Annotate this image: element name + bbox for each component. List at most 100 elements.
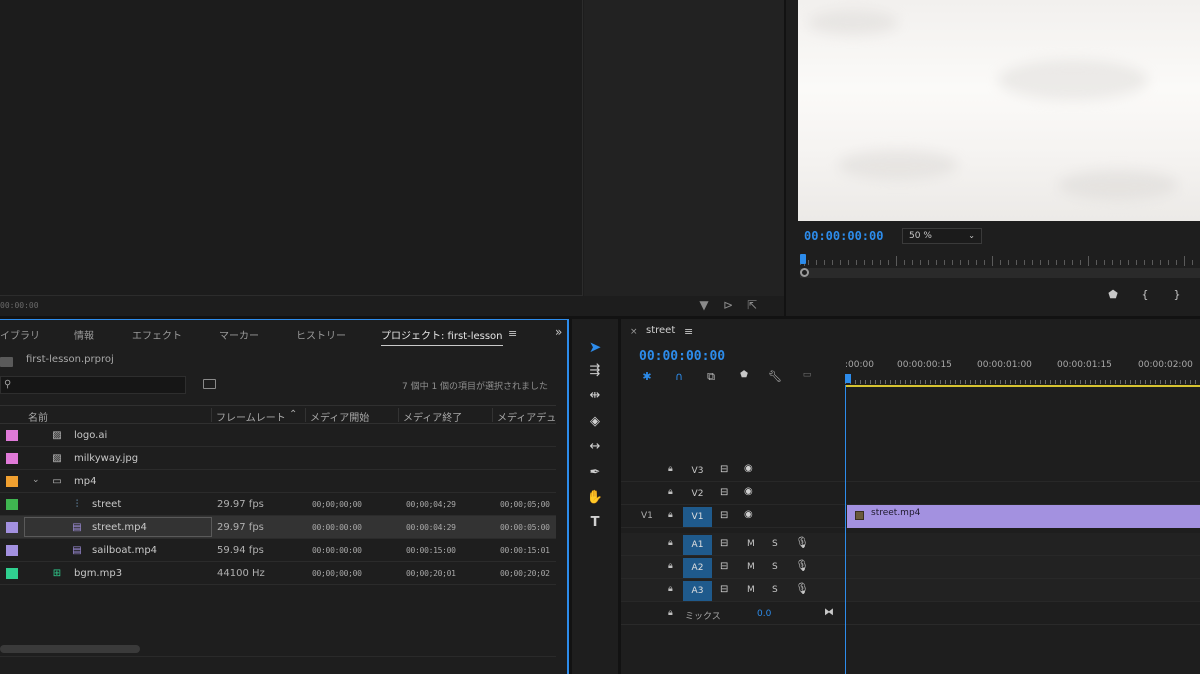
track-label[interactable]: V1 xyxy=(683,507,712,527)
lock-icon[interactable]: 🔒︎ xyxy=(668,538,673,548)
lock-icon[interactable]: 🔒︎ xyxy=(668,608,673,618)
label-color-swatch[interactable] xyxy=(6,476,18,487)
filter-icon[interactable]: ▼ xyxy=(696,298,712,312)
sync-lock-icon[interactable]: ⊟ xyxy=(720,538,728,549)
new-search-bin-icon[interactable] xyxy=(203,379,216,389)
table-row[interactable]: ▤ street.mp4 29.97 fps 00:00:00:00 00:00:04:… xyxy=(0,516,556,539)
mute-button[interactable]: M xyxy=(747,585,755,595)
label-color-swatch[interactable] xyxy=(6,568,18,579)
razor-tool-icon[interactable]: ◈ xyxy=(584,412,606,432)
table-row[interactable]: ⊞ bgm.mp3 44100 Hz 00;00;00;00 00;00;20;01 00… xyxy=(0,562,556,585)
panel-menu-icon[interactable]: ≡ xyxy=(508,327,517,340)
lock-icon[interactable]: 🔒︎ xyxy=(668,510,673,520)
selection-tool-icon[interactable]: ➤ xyxy=(584,337,606,357)
sync-lock-icon[interactable]: ⊟ xyxy=(720,510,728,521)
lock-icon[interactable]: 🔒︎ xyxy=(668,487,673,497)
sync-lock-icon[interactable]: ⊟ xyxy=(720,584,728,595)
chevron-down-icon[interactable]: ⌄ xyxy=(32,475,40,485)
table-row[interactable]: ▤ sailboat.mp4 59.94 fps 00:00:00:00 00:00:1… xyxy=(0,539,556,562)
solo-button[interactable]: S xyxy=(772,562,778,572)
go-to-end-icon[interactable]: ⧓ xyxy=(824,607,834,618)
table-row[interactable]: ▨ milkyway.jpg xyxy=(0,447,556,470)
mark-in-icon[interactable]: { xyxy=(1138,288,1152,301)
microphone-icon[interactable]: 🎙︎ xyxy=(795,559,809,572)
mix-volume-value[interactable]: 0.0 xyxy=(757,609,771,619)
ripple-edit-tool-icon[interactable]: ⇹ xyxy=(584,386,606,406)
program-zoom-scrollbar[interactable] xyxy=(800,268,1200,278)
work-area-bar[interactable] xyxy=(845,385,1200,387)
program-playhead[interactable] xyxy=(800,254,806,264)
track-select-tool-icon[interactable]: ⇶ xyxy=(584,361,606,381)
sync-lock-icon[interactable]: ⊟ xyxy=(720,487,728,498)
track-label[interactable]: A2 xyxy=(683,558,712,578)
table-row[interactable]: ⫶ street 29.97 fps 00;00;00;00 00;00;04;29 00… xyxy=(0,493,556,516)
track-label[interactable]: A3 xyxy=(683,581,712,601)
tab-effects[interactable]: エフェクト xyxy=(132,327,182,342)
track-label[interactable]: A1 xyxy=(683,535,712,555)
mute-button[interactable]: M xyxy=(747,562,755,572)
table-row[interactable]: ⌄ ▭ mp4 xyxy=(0,470,556,493)
column-media-start[interactable]: メディア開始 xyxy=(310,409,369,424)
table-row[interactable]: ▨ logo.ai xyxy=(0,424,556,447)
eye-icon[interactable]: ◉ xyxy=(744,509,753,520)
program-time-ruler[interactable] xyxy=(800,254,1200,268)
solo-button[interactable]: S xyxy=(772,539,778,549)
search-input[interactable]: ⚲ xyxy=(0,376,186,394)
tab-library[interactable]: イブラリ xyxy=(0,327,40,342)
captions-icon[interactable]: ▭ xyxy=(799,370,815,380)
mark-out-icon[interactable]: } xyxy=(1170,288,1184,301)
lock-icon[interactable]: 🔒︎ xyxy=(668,561,673,571)
slip-tool-icon[interactable]: ↔ xyxy=(584,437,606,457)
zoom-level-select[interactable]: 50 % ⌄ xyxy=(902,228,982,244)
label-color-swatch[interactable] xyxy=(6,499,18,510)
linked-selection-icon[interactable]: ⧉ xyxy=(703,370,719,384)
sequence-tab[interactable]: street xyxy=(646,325,675,336)
microphone-icon[interactable]: 🎙︎ xyxy=(795,582,809,595)
pen-tool-icon[interactable]: ✒ xyxy=(584,463,606,483)
column-framerate[interactable]: フレームレート xyxy=(216,409,286,424)
snap-icon[interactable]: ∩ xyxy=(671,370,687,383)
add-marker-icon[interactable]: ⬟ xyxy=(736,370,752,380)
close-icon[interactable]: × xyxy=(630,327,638,337)
timeline-clip[interactable]: street.mp4 xyxy=(847,505,1200,528)
sort-ascending-icon[interactable]: ⌃ xyxy=(289,409,297,420)
mute-button[interactable]: M xyxy=(747,539,755,549)
program-timecode[interactable]: 00:00:00:00 xyxy=(804,229,883,243)
lock-icon[interactable]: 🔒︎ xyxy=(668,584,673,594)
panel-menu-icon[interactable]: ≡ xyxy=(684,325,693,338)
column-name[interactable]: 名前 xyxy=(28,409,48,424)
hand-tool-icon[interactable]: ✋ xyxy=(584,488,606,508)
more-panels-icon[interactable]: » xyxy=(555,325,562,339)
timeline-timecode[interactable]: 00:00:00:00 xyxy=(639,349,725,364)
program-zoom-handle[interactable] xyxy=(800,268,809,277)
tab-markers[interactable]: マーカー xyxy=(219,327,259,342)
source-patch-v1[interactable]: V1 xyxy=(641,511,653,521)
track-label[interactable]: V3 xyxy=(683,461,712,481)
label-color-swatch[interactable] xyxy=(6,522,18,533)
eye-icon[interactable]: ◉ xyxy=(744,463,753,474)
sync-lock-icon[interactable]: ⊟ xyxy=(720,561,728,572)
add-marker-icon[interactable]: ⬟ xyxy=(1106,288,1120,301)
solo-button[interactable]: S xyxy=(772,585,778,595)
column-media-end[interactable]: メディア終了 xyxy=(403,409,462,424)
label-color-swatch[interactable] xyxy=(6,430,18,441)
track-label[interactable]: V2 xyxy=(683,484,712,504)
tab-info[interactable]: 情報 xyxy=(74,327,94,342)
label-color-swatch[interactable] xyxy=(6,545,18,556)
tab-history[interactable]: ヒストリー xyxy=(296,327,346,342)
eye-icon[interactable]: ◉ xyxy=(744,486,753,497)
sync-lock-icon[interactable]: ⊟ xyxy=(720,464,728,475)
tab-project[interactable]: プロジェクト: first-lesson xyxy=(381,327,503,346)
microphone-icon[interactable]: 🎙︎ xyxy=(795,536,809,549)
insert-icon[interactable]: ⊳ xyxy=(720,298,736,312)
column-media-duration[interactable]: メディアデュ xyxy=(497,409,556,424)
lock-icon[interactable]: 🔒︎ xyxy=(668,464,673,474)
horizontal-scrollbar[interactable] xyxy=(0,645,140,653)
timeline-playhead-handle[interactable] xyxy=(845,374,851,383)
wrench-icon[interactable]: 🔧︎ xyxy=(767,370,783,383)
export-frame-icon[interactable]: ⇱ xyxy=(744,298,760,312)
type-tool-icon[interactable]: T xyxy=(584,513,606,533)
nest-sequence-icon[interactable]: ✱ xyxy=(639,370,655,383)
label-color-swatch[interactable] xyxy=(6,453,18,464)
timeline-playhead-line[interactable] xyxy=(845,385,846,674)
